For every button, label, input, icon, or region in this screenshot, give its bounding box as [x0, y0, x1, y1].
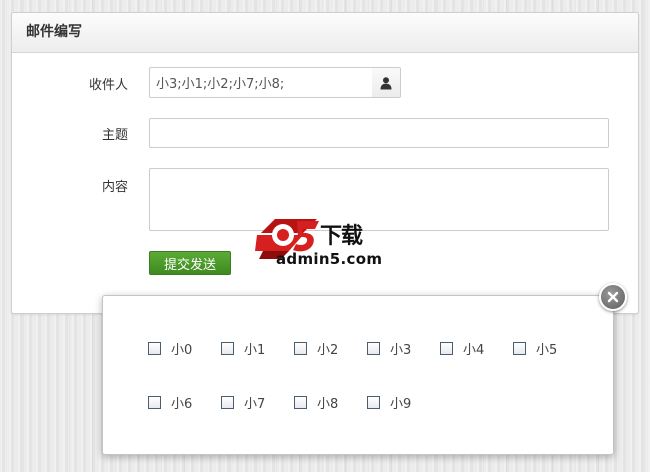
- option-label: 小0: [171, 343, 193, 358]
- close-icon: [607, 291, 619, 303]
- option-checkbox[interactable]: [294, 342, 307, 355]
- option-checkbox[interactable]: [440, 342, 453, 355]
- recipient-option-7[interactable]: 小7: [221, 393, 265, 412]
- recipient-option-6[interactable]: 小6: [148, 393, 192, 412]
- recipient-option-5[interactable]: 小5: [513, 339, 557, 358]
- option-label: 小5: [536, 343, 558, 358]
- recipient-option-0[interactable]: 小0: [148, 339, 192, 358]
- option-label: 小3: [390, 343, 412, 358]
- recipient-option-3[interactable]: 小3: [367, 339, 411, 358]
- recipient-option-1[interactable]: 小1: [221, 339, 265, 358]
- submit-button[interactable]: 提交发送: [149, 251, 231, 275]
- option-label: 小8: [317, 397, 339, 412]
- recipient-option-9[interactable]: 小9: [367, 393, 411, 412]
- user-icon: [380, 76, 392, 89]
- option-label: 小7: [244, 397, 266, 412]
- subject-label: 主题: [101, 128, 128, 143]
- watermark-brand: admin5.com: [276, 250, 383, 268]
- option-checkbox[interactable]: [367, 342, 380, 355]
- recipient-input[interactable]: [149, 67, 373, 98]
- option-label: 小4: [463, 343, 485, 358]
- option-checkbox[interactable]: [221, 342, 234, 355]
- option-checkbox[interactable]: [221, 396, 234, 409]
- option-label: 小6: [171, 397, 193, 412]
- close-popup-button[interactable]: [599, 283, 627, 311]
- recipient-option-2[interactable]: 小2: [294, 339, 338, 358]
- option-checkbox[interactable]: [294, 396, 307, 409]
- watermark-title: 下载: [320, 224, 363, 249]
- panel-title: 邮件编写: [12, 13, 638, 53]
- recipient-option-4[interactable]: 小4: [440, 339, 484, 358]
- select-recipients-button[interactable]: [372, 67, 401, 98]
- option-checkbox[interactable]: [367, 396, 380, 409]
- option-label: 小9: [390, 397, 412, 412]
- option-label: 小1: [244, 343, 266, 358]
- recipient-option-8[interactable]: 小8: [294, 393, 338, 412]
- recipient-label: 收件人: [88, 78, 128, 93]
- recipient-picker-popup: [102, 295, 614, 455]
- content-label: 内容: [101, 180, 128, 195]
- option-checkbox[interactable]: [148, 396, 161, 409]
- option-label: 小2: [317, 343, 339, 358]
- option-checkbox[interactable]: [148, 342, 161, 355]
- subject-input[interactable]: [149, 118, 609, 148]
- option-checkbox[interactable]: [513, 342, 526, 355]
